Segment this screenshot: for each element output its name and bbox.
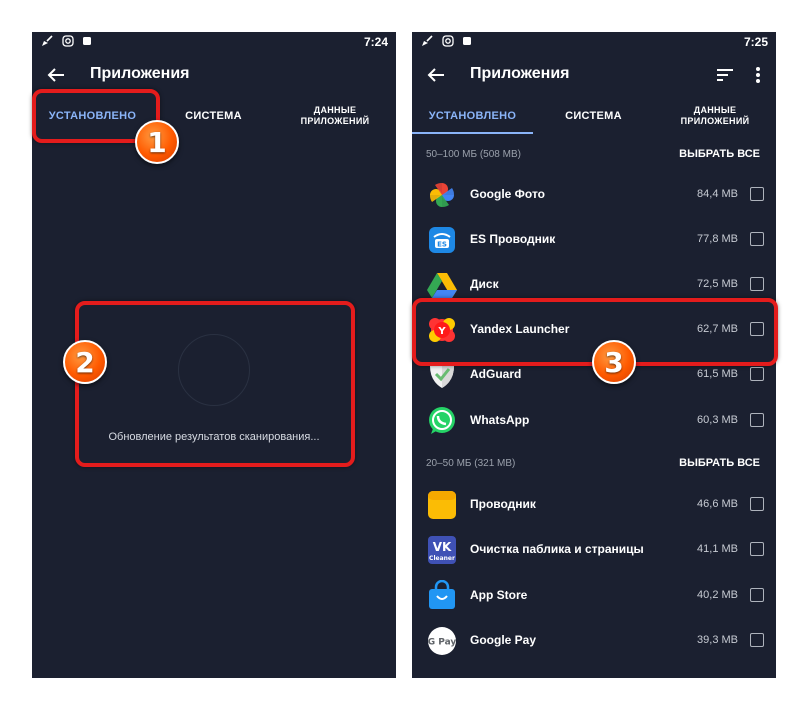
whatsapp-icon	[429, 407, 455, 434]
app-checkbox[interactable]	[750, 497, 764, 511]
app-checkbox[interactable]	[750, 187, 764, 201]
app-size: 46,6 MB	[697, 498, 738, 510]
google-pay-icon: G Pay	[428, 627, 457, 655]
app-name: WhatsApp	[470, 413, 530, 427]
app-checkbox[interactable]	[750, 413, 764, 427]
page-title: Приложения	[90, 65, 190, 82]
back-arrow-icon[interactable]	[44, 63, 68, 87]
broom-icon	[422, 35, 433, 46]
es-explorer-icon: ES	[429, 227, 455, 253]
tab-app-data-line1: ДАННЫЕ	[693, 105, 737, 115]
shopping-bag-icon	[429, 580, 455, 609]
app-checkbox[interactable]	[750, 322, 764, 336]
tab-app-data[interactable]: ДАННЫЕ ПРИЛОЖЕНИЙ	[274, 98, 396, 134]
select-all-button[interactable]: ВЫБРАТЬ ВСЕ	[679, 457, 760, 469]
app-name: Google Фото	[470, 187, 545, 201]
app-size: 40,2 MB	[697, 589, 738, 601]
adguard-icon	[430, 362, 454, 388]
status-time: 7:25	[743, 35, 768, 49]
app-name: Проводник	[470, 497, 536, 511]
app-size: 39,3 MB	[697, 634, 738, 646]
sort-icon[interactable]	[714, 64, 736, 86]
yandex-launcher-icon: Y	[429, 318, 455, 342]
app-row-google-pay[interactable]: G Pay Google Pay 39,3 MB	[412, 619, 776, 664]
app-row-file-manager[interactable]: Проводник 46,6 MB	[412, 483, 776, 528]
tab-installed[interactable]: УСТАНОВЛЕНО	[32, 98, 153, 134]
app-checkbox[interactable]	[750, 367, 764, 381]
notification-icon	[463, 37, 471, 45]
svg-text:G Pay: G Pay	[428, 638, 457, 648]
tab-app-data-line2: ПРИЛОЖЕНИЙ	[300, 116, 370, 126]
app-name: Очистка паблика и страницы	[470, 542, 644, 556]
app-row-google-photos[interactable]: Google Фото 84,4 MB	[412, 173, 776, 218]
app-name: AdGuard	[470, 367, 522, 381]
app-size: 60,3 MB	[697, 414, 738, 426]
app-size: 84,4 MB	[697, 188, 738, 200]
tab-app-data-line1: ДАННЫЕ	[313, 105, 357, 115]
app-name: Google Pay	[470, 633, 537, 647]
broom-icon	[42, 35, 53, 46]
instagram-icon	[62, 35, 74, 47]
google-drive-icon	[427, 273, 457, 298]
size-section-header: 50–100 МБ (508 МВ) ВЫБРАТЬ ВСЕ	[412, 144, 776, 168]
page-title: Приложения	[470, 65, 570, 82]
app-size: 72,5 MB	[697, 278, 738, 290]
app-checkbox[interactable]	[750, 633, 764, 647]
instagram-icon	[442, 35, 454, 47]
app-size: 41,1 MB	[697, 543, 738, 555]
more-vert-icon[interactable]	[748, 64, 768, 86]
svg-text:ES: ES	[437, 241, 447, 249]
app-row-yandex-launcher[interactable]: Y Yandex Launcher 62,7 MB	[412, 308, 776, 353]
app-row-es-explorer[interactable]: ES ES Проводник 77,8 MB	[412, 218, 776, 263]
svg-text:VK: VK	[433, 540, 452, 554]
folder-icon	[428, 491, 456, 519]
app-bar: Приложения	[412, 52, 776, 98]
app-row-app-store[interactable]: App Store 40,2 MB	[412, 574, 776, 619]
app-name: App Store	[470, 588, 528, 602]
tab-indicator	[412, 132, 533, 134]
status-time: 7:24	[363, 35, 388, 49]
notification-icon	[83, 37, 91, 45]
app-checkbox[interactable]	[750, 588, 764, 602]
tab-system[interactable]: СИСТЕМА	[533, 98, 654, 134]
back-arrow-icon[interactable]	[424, 63, 448, 87]
app-name: Диск	[470, 277, 499, 291]
app-size: 62,7 MB	[697, 323, 738, 335]
tab-bar: УСТАНОВЛЕНО СИСТЕМА ДАННЫЕ ПРИЛОЖЕНИЙ	[32, 98, 396, 134]
step-badge-3: 3	[592, 340, 636, 384]
section-label: 20–50 МБ (321 МВ)	[426, 458, 516, 469]
status-bar: 7:25	[412, 32, 776, 52]
svg-text:Cleaner: Cleaner	[429, 555, 455, 562]
svg-text:Y: Y	[437, 326, 446, 337]
select-all-button[interactable]: ВЫБРАТЬ ВСЕ	[679, 148, 760, 160]
tab-bar: УСТАНОВЛЕНО СИСТЕМА ДАННЫЕ ПРИЛОЖЕНИЙ	[412, 98, 776, 134]
app-name: ES Проводник	[470, 232, 556, 246]
app-checkbox[interactable]	[750, 232, 764, 246]
app-row-vk-cleaner[interactable]: VK Cleaner Очистка паблика и страницы 41…	[412, 528, 776, 573]
app-checkbox[interactable]	[750, 277, 764, 291]
section-label: 50–100 МБ (508 МВ)	[426, 149, 521, 160]
step-badge-2: 2	[63, 340, 107, 384]
step-badge-1: 1	[135, 120, 179, 164]
google-photos-icon	[429, 182, 455, 208]
tab-app-data[interactable]: ДАННЫЕ ПРИЛОЖЕНИЙ	[654, 98, 776, 134]
app-bar: Приложения	[32, 52, 396, 98]
app-size: 77,8 MB	[697, 233, 738, 245]
scan-status-text: Обновление результатов сканирования...	[108, 431, 320, 443]
status-bar: 7:24	[32, 32, 396, 52]
loading-spinner	[178, 334, 250, 406]
app-name: Yandex Launcher	[470, 322, 570, 336]
vk-cleaner-icon: VK Cleaner	[428, 536, 456, 564]
app-size: 61,5 MB	[697, 368, 738, 380]
app-row-drive[interactable]: Диск 72,5 MB	[412, 263, 776, 308]
app-checkbox[interactable]	[750, 542, 764, 556]
tab-app-data-line2: ПРИЛОЖЕНИЙ	[680, 116, 750, 126]
app-row-whatsapp[interactable]: WhatsApp 60,3 MB	[412, 399, 776, 444]
size-section-header: 20–50 МБ (321 МВ) ВЫБРАТЬ ВСЕ	[412, 453, 776, 477]
tab-installed[interactable]: УСТАНОВЛЕНО	[412, 98, 533, 134]
